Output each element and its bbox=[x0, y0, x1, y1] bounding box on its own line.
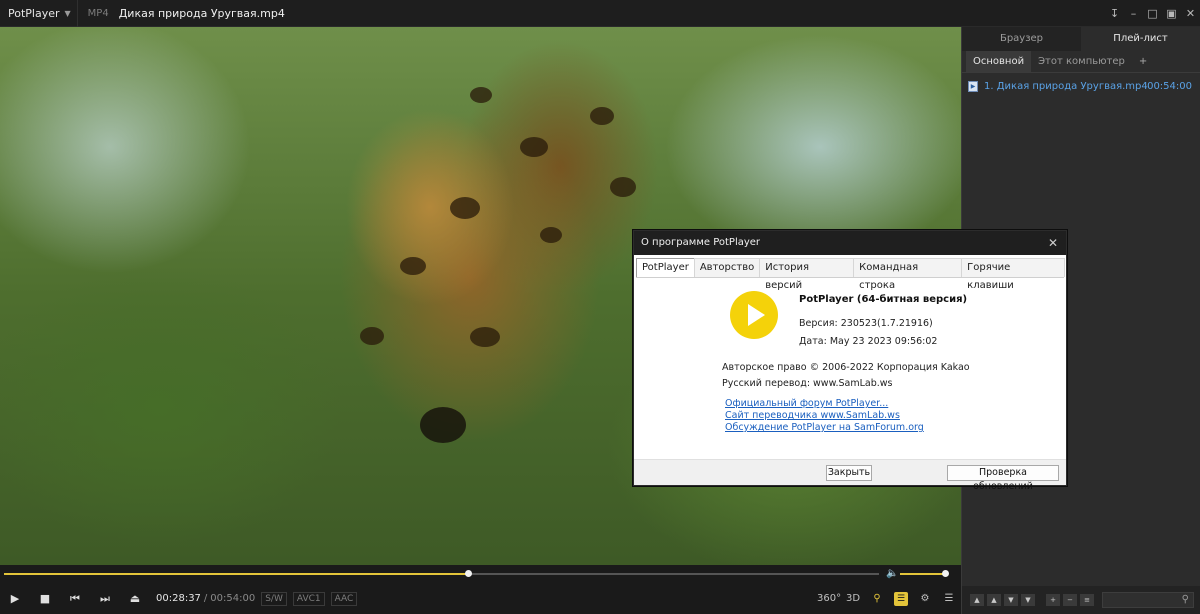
video-detail bbox=[610, 177, 636, 197]
check-updates-button[interactable]: Проверка обновлений bbox=[947, 465, 1059, 492]
minimize-icon[interactable]: – bbox=[1124, 7, 1143, 20]
audio-codec-tag[interactable]: AAC bbox=[330, 591, 358, 606]
maximize-icon[interactable]: □ bbox=[1143, 7, 1162, 20]
play-icon[interactable]: ▶ bbox=[0, 592, 30, 605]
close-button[interactable]: Закрыть bbox=[826, 465, 872, 481]
seek-bar-area: 🔈 bbox=[0, 565, 961, 583]
about-dialog: О программе PotPlayer ✕ PotPlayer Авторс… bbox=[633, 230, 1067, 492]
playlist-item-name: 1. Дикая природа Уругвая.mp4 bbox=[984, 80, 1148, 92]
date-text: Дата: May 23 2023 09:56:02 bbox=[799, 336, 938, 347]
volume-handle[interactable] bbox=[942, 570, 950, 577]
volume-level bbox=[900, 573, 946, 575]
video-detail bbox=[520, 137, 548, 157]
tab-command-line[interactable]: Командная строка bbox=[853, 258, 963, 291]
video-codec-tag[interactable]: AVC1 bbox=[292, 591, 325, 606]
tab-authorship[interactable]: Авторство bbox=[693, 258, 761, 277]
move-top-icon[interactable]: ▲ bbox=[970, 594, 984, 606]
tab-playlist[interactable]: Плей-лист bbox=[1081, 27, 1200, 51]
subtab-main[interactable]: Основной bbox=[966, 51, 1032, 72]
translation-text: Русский перевод: www.SamLab.ws bbox=[722, 378, 893, 389]
playback-controls: ▶ ■ ⏮ ⏭ ⏏ 00:28:37 / 00:54:00 S/W AVC1 A… bbox=[0, 583, 961, 614]
add-item-icon[interactable]: + bbox=[1046, 594, 1060, 606]
app-name: PotPlayer bbox=[8, 6, 60, 20]
close-icon[interactable]: ✕ bbox=[1181, 7, 1200, 20]
time-separator: / bbox=[203, 593, 208, 604]
tab-version-history[interactable]: История версий bbox=[759, 258, 855, 291]
title-bar: PotPlayer ▼ MP4 Дикая природа Уругвая.mp… bbox=[0, 0, 1200, 27]
video-detail bbox=[360, 327, 384, 345]
video-detail bbox=[590, 107, 614, 125]
potplayer-window: PotPlayer ▼ MP4 Дикая природа Уругвая.mp… bbox=[0, 0, 1200, 614]
chevron-down-icon: ▼ bbox=[64, 8, 71, 18]
video-file-icon: ▶ bbox=[968, 80, 978, 92]
dialog-tabs: PotPlayer Авторство История версий Коман… bbox=[636, 258, 1065, 291]
video-detail bbox=[540, 227, 562, 243]
playlist-item[interactable]: ▶ 1. Дикая природа Уругвая.mp4 00:54:00 bbox=[962, 77, 1200, 95]
window-controls: ↧ – □ ▣ ✕ bbox=[1105, 0, 1200, 27]
settings-gear-icon[interactable]: ⚙ bbox=[913, 593, 937, 604]
playlist-item-duration: 00:54:00 bbox=[1147, 80, 1192, 92]
pin-icon[interactable]: ↧ bbox=[1105, 7, 1124, 20]
playlist-menu-icon[interactable]: ≡ bbox=[1080, 594, 1094, 606]
eject-icon[interactable]: ⏏ bbox=[120, 592, 150, 605]
potplayer-logo-icon bbox=[730, 291, 778, 339]
move-bottom-icon[interactable]: ▼ bbox=[1021, 594, 1035, 606]
samforum-link[interactable]: Обсуждение PotPlayer на SamForum.org bbox=[725, 422, 924, 433]
video-detail bbox=[450, 197, 480, 219]
add-playlist-button[interactable]: + bbox=[1132, 51, 1154, 72]
3d-button[interactable]: 3D bbox=[841, 593, 865, 604]
video-detail bbox=[400, 257, 426, 275]
tab-potplayer[interactable]: PotPlayer bbox=[636, 258, 695, 277]
vr-360-button[interactable]: 360° bbox=[817, 593, 841, 604]
seek-handle[interactable] bbox=[464, 570, 472, 577]
official-forum-link[interactable]: Официальный форум PotPlayer... bbox=[725, 398, 888, 409]
dialog-title-bar: О программе PotPlayer ✕ bbox=[634, 231, 1066, 255]
current-time: 00:28:37 bbox=[156, 593, 201, 604]
stop-icon[interactable]: ■ bbox=[30, 592, 60, 605]
move-down-icon[interactable]: ▼ bbox=[1004, 594, 1018, 606]
previous-icon[interactable]: ⏮ bbox=[60, 592, 90, 606]
dialog-body: PotPlayer (64-битная версия) Версия: 230… bbox=[634, 278, 1066, 461]
tab-hotkeys[interactable]: Горячие клавиши bbox=[961, 258, 1065, 291]
dialog-footer: Закрыть Проверка обновлений bbox=[634, 459, 1066, 492]
subtitle-search-icon[interactable]: ⚲ bbox=[865, 593, 889, 604]
move-up-icon[interactable]: ▲ bbox=[987, 594, 1001, 606]
total-time: 00:54:00 bbox=[210, 593, 256, 604]
menu-icon[interactable]: ☰ bbox=[937, 593, 961, 604]
video-detail bbox=[420, 407, 466, 443]
playlist-subtabs: Основной Этот компьютер + bbox=[962, 51, 1200, 73]
fullscreen-icon[interactable]: ▣ bbox=[1162, 7, 1181, 20]
playlist-search-input[interactable]: ⚲ bbox=[1102, 592, 1194, 608]
video-detail bbox=[470, 87, 492, 103]
volume-icon[interactable]: 🔈 bbox=[886, 568, 898, 579]
dialog-title: О программе PotPlayer bbox=[641, 237, 761, 248]
volume-slider[interactable] bbox=[900, 570, 950, 577]
seek-slider[interactable] bbox=[4, 570, 879, 577]
subtab-this-computer[interactable]: Этот компьютер bbox=[1031, 51, 1132, 72]
translator-site-link[interactable]: Сайт переводчика www.SamLab.ws bbox=[725, 410, 900, 421]
next-icon[interactable]: ⏭ bbox=[90, 592, 120, 606]
renderer-tag[interactable]: S/W bbox=[261, 591, 287, 606]
file-title: Дикая природа Уругвая.mp4 bbox=[118, 6, 285, 20]
tab-browser[interactable]: Браузер bbox=[962, 27, 1081, 51]
playlist-toggle-icon[interactable]: ☰ bbox=[894, 591, 908, 606]
copyright-text: Авторское право © 2006-2022 Корпорация K… bbox=[722, 362, 970, 373]
version-text: Версия: 230523(1.7.21916) bbox=[799, 318, 933, 329]
playlist-toolbar: ▲ ▲ ▼ ▼ + − ≡ ⚲ bbox=[962, 586, 1200, 614]
right-controls: 360° 3D ⚲ ☰ ⚙ ☰ bbox=[817, 583, 961, 614]
close-icon[interactable]: ✕ bbox=[1048, 231, 1058, 255]
format-badge: MP4 bbox=[87, 7, 109, 19]
product-name: PotPlayer (64-битная версия) bbox=[799, 294, 968, 305]
panel-tabs: Браузер Плей-лист bbox=[962, 27, 1200, 51]
video-detail bbox=[470, 327, 500, 347]
app-menu-button[interactable]: PotPlayer ▼ bbox=[0, 0, 78, 27]
seek-progress bbox=[4, 573, 468, 575]
remove-item-icon[interactable]: − bbox=[1063, 594, 1077, 606]
search-icon[interactable]: ⚲ bbox=[1182, 594, 1189, 605]
